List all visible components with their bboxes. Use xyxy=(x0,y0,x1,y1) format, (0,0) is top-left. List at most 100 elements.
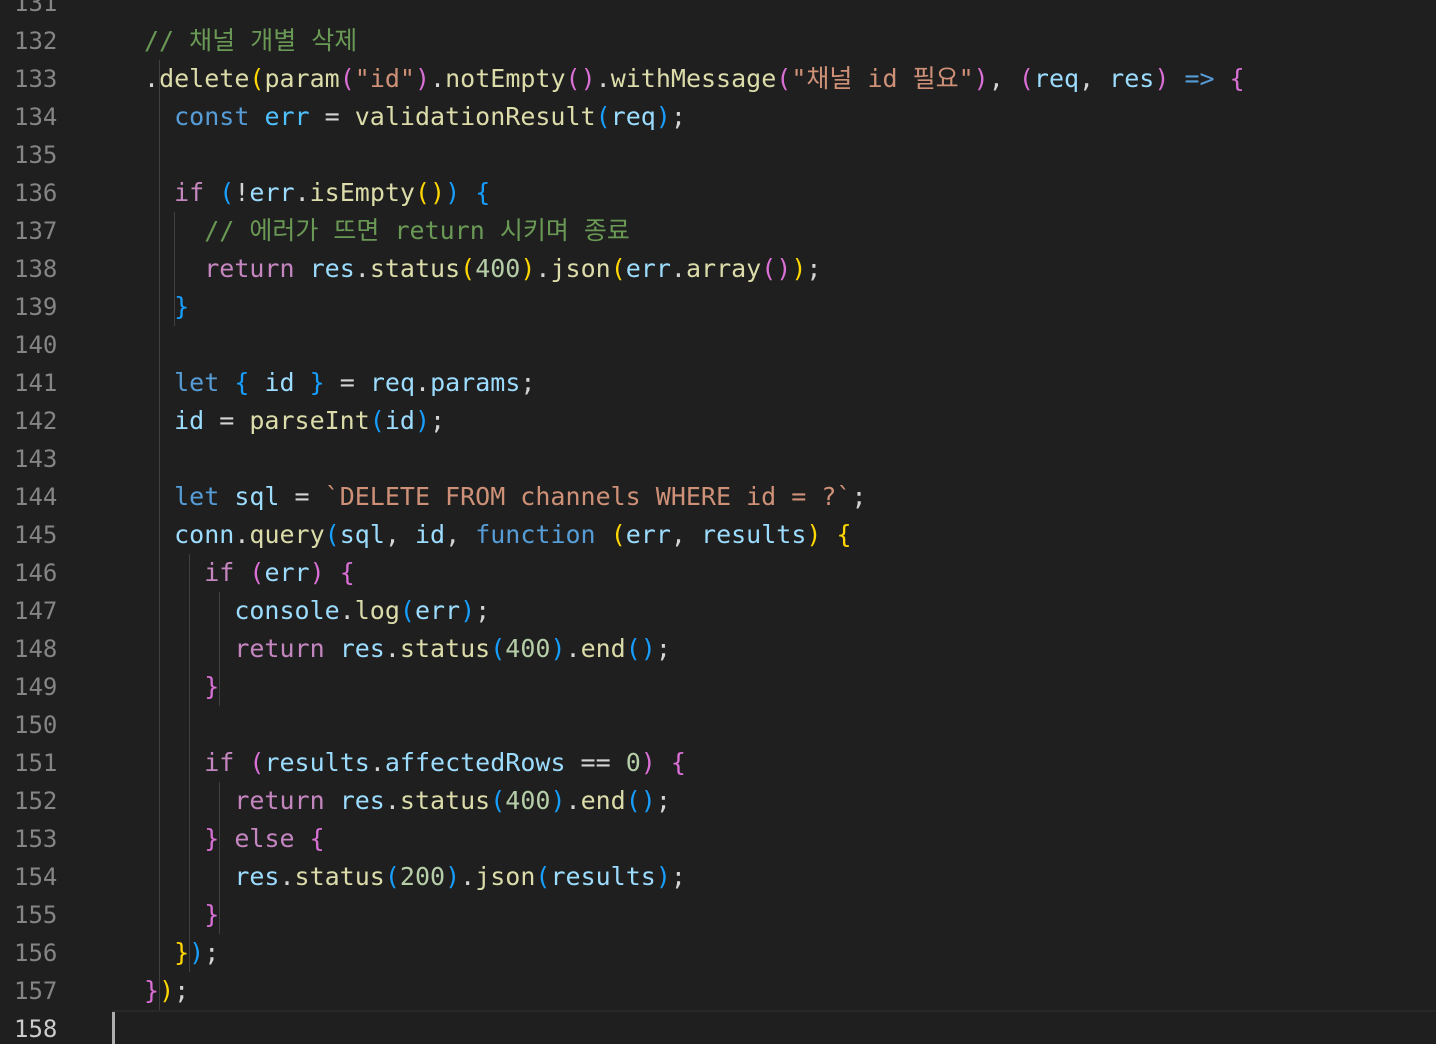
token-bracket2: ( xyxy=(1018,64,1034,93)
code-line-text[interactable]: let { id } = req.params; xyxy=(144,364,535,402)
code-line-text[interactable]: return res.status(400).json(err.array())… xyxy=(144,250,821,288)
code-line[interactable]: let sql = `DELETE FROM channels WHERE id… xyxy=(112,478,1436,516)
line-number[interactable]: 145 xyxy=(14,516,74,554)
code-line[interactable] xyxy=(112,136,1436,174)
token-bracket3: ( xyxy=(490,634,506,663)
line-number[interactable]: 135 xyxy=(14,136,74,174)
code-line-text[interactable]: res.status(200).json(results); xyxy=(144,858,686,896)
code-line-text[interactable]: // 에러가 뜨면 return 시키며 종료 xyxy=(144,212,630,250)
code-line[interactable]: // 에러가 뜨면 return 시키며 종료 xyxy=(112,212,1436,250)
code-line[interactable]: } xyxy=(112,896,1436,934)
code-line[interactable]: } xyxy=(112,668,1436,706)
code-line[interactable]: if (err) { xyxy=(112,554,1436,592)
token-bracket3: } xyxy=(174,292,190,321)
line-number[interactable]: 150 xyxy=(14,706,74,744)
line-number[interactable]: 134 xyxy=(14,98,74,136)
code-line-text[interactable]: return res.status(400).end(); xyxy=(144,630,671,668)
code-line[interactable]: console.log(err); xyxy=(112,592,1436,630)
code-line-text[interactable]: // 채널 개별 삭제 xyxy=(144,22,357,60)
line-number[interactable]: 139 xyxy=(14,288,74,326)
code-line[interactable]: res.status(200).json(results); xyxy=(112,858,1436,896)
code-line-text[interactable]: } xyxy=(144,288,189,326)
token-plain: ; xyxy=(520,368,536,397)
code-line-text[interactable]: const err = validationResult(req); xyxy=(144,98,686,136)
code-line[interactable] xyxy=(112,706,1436,744)
code-line[interactable]: if (!err.isEmpty()) { xyxy=(112,174,1436,212)
code-line-text[interactable]: if (!err.isEmpty()) { xyxy=(144,174,490,212)
code-line[interactable]: id = parseInt(id); xyxy=(112,402,1436,440)
code-line[interactable]: conn.query(sql, id, function (err, resul… xyxy=(112,516,1436,554)
line-number[interactable]: 155 xyxy=(14,896,74,934)
code-line[interactable]: }); xyxy=(112,934,1436,972)
line-number[interactable]: 138 xyxy=(14,250,74,288)
code-line[interactable]: .delete(param("id").notEmpty().withMessa… xyxy=(112,60,1436,98)
code-line-text[interactable]: console.log(err); xyxy=(144,592,490,630)
line-number[interactable]: 149 xyxy=(14,668,74,706)
code-line[interactable]: return res.status(400).end(); xyxy=(112,630,1436,668)
code-line[interactable] xyxy=(112,0,1436,22)
code-line[interactable] xyxy=(112,1010,1436,1044)
line-number[interactable]: 148 xyxy=(14,630,74,668)
token-bracket3: () xyxy=(625,786,656,815)
code-line[interactable]: let { id } = req.params; xyxy=(112,364,1436,402)
code-line[interactable] xyxy=(112,326,1436,364)
token-variable: err xyxy=(249,178,295,207)
line-number[interactable]: 152 xyxy=(14,782,74,820)
line-number[interactable]: 157 xyxy=(14,972,74,1010)
line-number[interactable]: 133 xyxy=(14,60,74,98)
token-bracket2: } xyxy=(144,976,160,1005)
token-plain: ; xyxy=(204,938,220,967)
line-number[interactable]: 153 xyxy=(14,820,74,858)
line-number[interactable]: 158 xyxy=(14,1010,74,1044)
code-line[interactable]: return res.status(400).end(); xyxy=(112,782,1436,820)
line-number[interactable]: 132 xyxy=(14,22,74,60)
token-plain: . xyxy=(294,178,310,207)
token-plain: . xyxy=(384,786,400,815)
code-line[interactable]: return res.status(400).json(err.array())… xyxy=(112,250,1436,288)
line-number[interactable]: 141 xyxy=(14,364,74,402)
token-plain: ; xyxy=(655,786,671,815)
code-line-text[interactable]: .delete(param("id").notEmpty().withMessa… xyxy=(144,60,1245,98)
code-line[interactable] xyxy=(112,440,1436,478)
code-area[interactable]: // 채널 개별 삭제 .delete(param("id").notEmpty(… xyxy=(112,0,1436,1044)
code-line-text[interactable]: conn.query(sql, id, function (err, resul… xyxy=(144,516,851,554)
code-line[interactable]: }); xyxy=(112,972,1436,1010)
line-number[interactable]: 156 xyxy=(14,934,74,972)
line-number[interactable]: 142 xyxy=(14,402,74,440)
line-number[interactable]: 151 xyxy=(14,744,74,782)
code-line[interactable]: if (results.affectedRows == 0) { xyxy=(112,744,1436,782)
token-bracket2: ) xyxy=(309,558,325,587)
code-line-text[interactable]: id = parseInt(id); xyxy=(144,402,445,440)
code-line[interactable]: // 채널 개별 삭제 xyxy=(112,22,1436,60)
code-line-text[interactable]: } xyxy=(144,896,219,934)
line-number[interactable]: 140 xyxy=(14,326,74,364)
token-plain: == xyxy=(565,748,626,777)
token-bracket3: ) xyxy=(550,634,566,663)
code-editor[interactable]: 131 132 133 134 135 136 137 138 139 140 141 142 143 1… xyxy=(0,0,1436,1044)
code-line-text[interactable]: if (results.affectedRows == 0) { xyxy=(144,744,686,782)
code-line[interactable]: const err = validationResult(req); xyxy=(112,98,1436,136)
line-number[interactable]: 154 xyxy=(14,858,74,896)
line-number[interactable]: 144 xyxy=(14,478,74,516)
code-line[interactable]: } else { xyxy=(112,820,1436,858)
line-number[interactable]: 147 xyxy=(14,592,74,630)
line-number[interactable]: 136 xyxy=(14,174,74,212)
code-line-text[interactable]: } xyxy=(144,668,219,706)
code-line-text[interactable]: let sql = `DELETE FROM channels WHERE id… xyxy=(144,478,866,516)
code-line-text[interactable]: return res.status(400).end(); xyxy=(144,782,671,820)
code-line[interactable]: } xyxy=(112,288,1436,326)
line-number[interactable]: 137 xyxy=(14,212,74,250)
line-number[interactable]: 143 xyxy=(14,440,74,478)
code-line-text[interactable]: }); xyxy=(144,934,219,972)
line-number[interactable]: 146 xyxy=(14,554,74,592)
line-number[interactable]: 131 xyxy=(14,0,74,22)
code-line-text[interactable]: } else { xyxy=(144,820,324,858)
token-plain: . xyxy=(565,634,581,663)
code-line-text[interactable]: if (err) { xyxy=(144,554,355,592)
code-line-text[interactable]: }); xyxy=(144,972,189,1010)
